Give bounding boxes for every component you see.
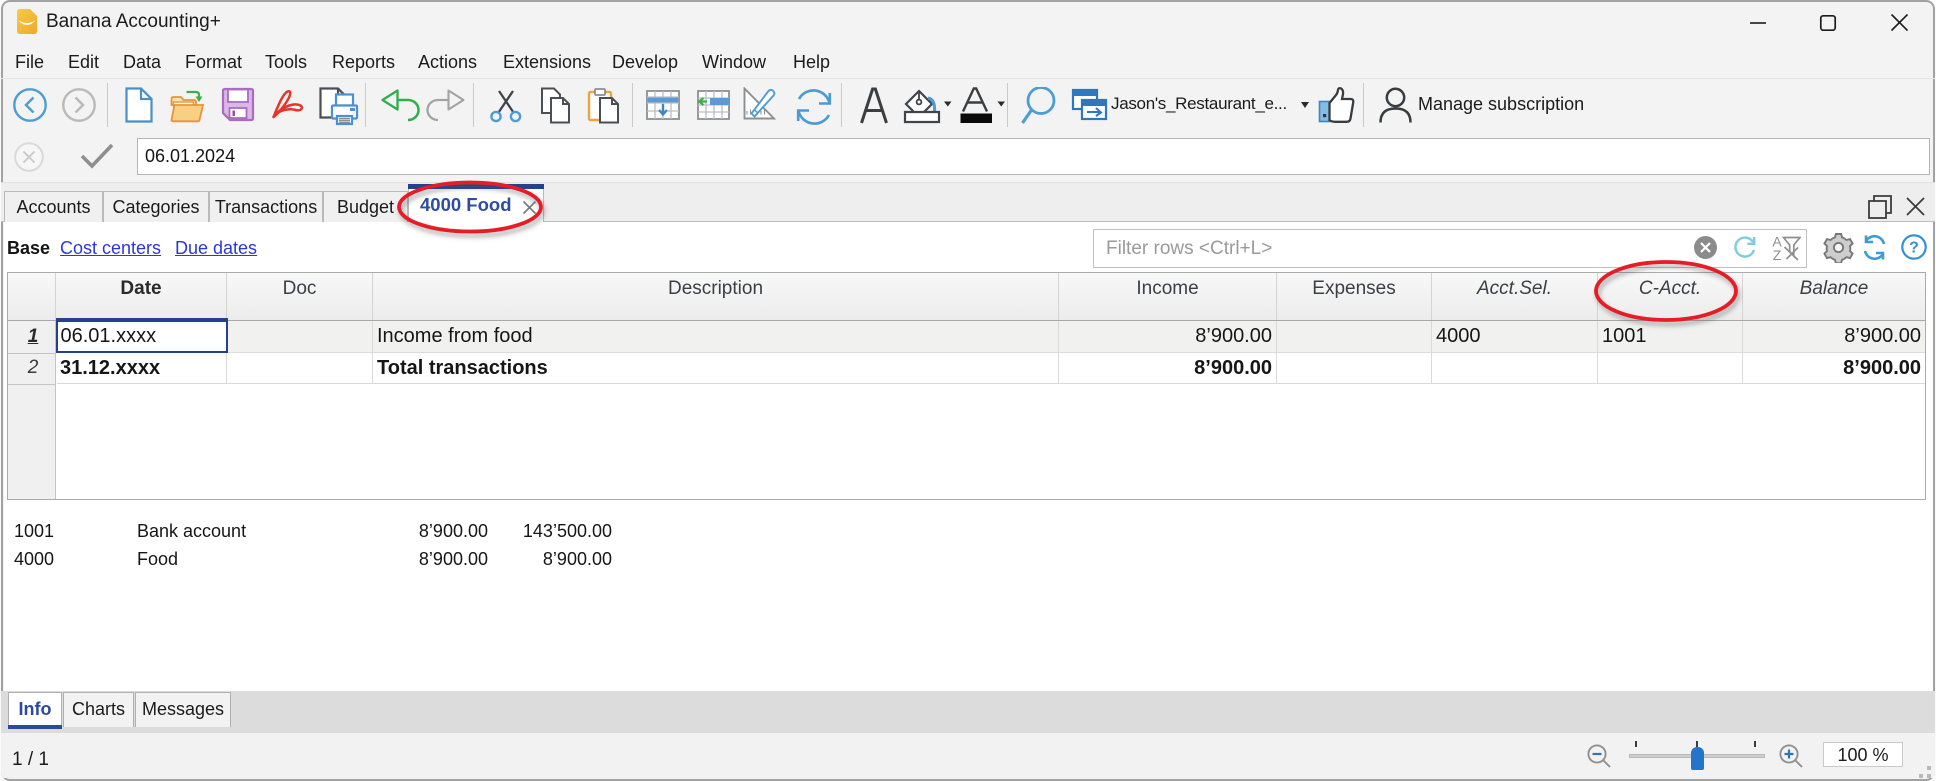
- svg-text:?: ?: [1909, 240, 1919, 257]
- svg-text:Z: Z: [1773, 247, 1782, 262]
